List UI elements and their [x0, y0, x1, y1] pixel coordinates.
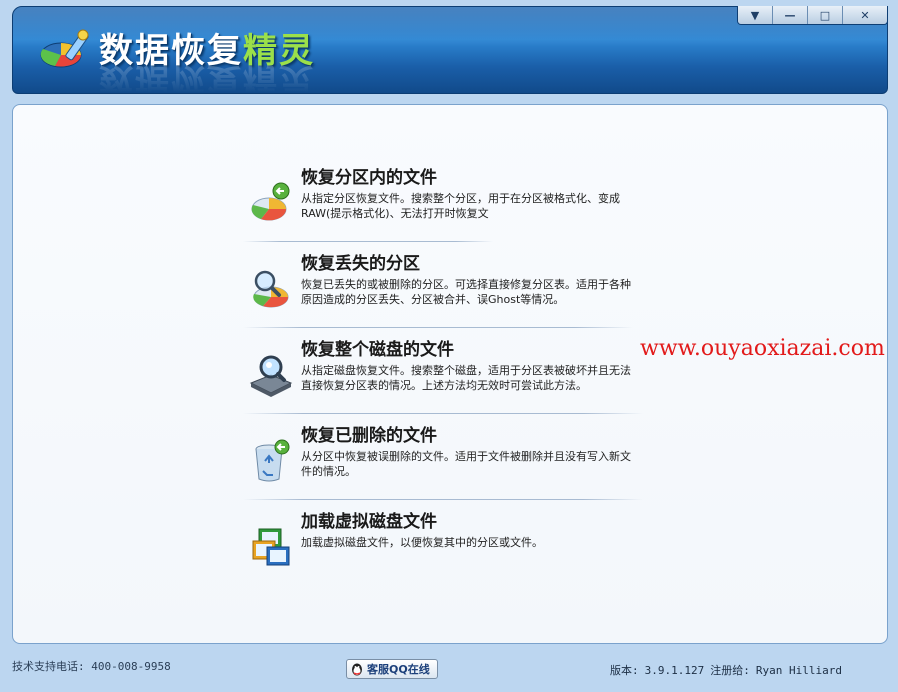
virtual-disk-icon	[252, 528, 290, 566]
window-controls: ▼ — □ ✕	[737, 6, 888, 25]
qq-penguin-icon	[352, 663, 362, 676]
support-phone: 技术支持电话: 400-008-9958	[12, 660, 171, 673]
watermark-text: www.ouyaoxiazai.com	[640, 336, 885, 361]
pie-chart-restore-icon	[251, 182, 290, 221]
version-value: 3.9.1.127	[644, 664, 705, 677]
option-title: 恢复已删除的文件	[301, 426, 437, 446]
option-recover-whole-disk[interactable]: 恢复整个磁盘的文件 从指定磁盘恢复文件。搜索整个磁盘，适用于分区表被破坏并且无法…	[245, 335, 665, 413]
option-title: 恢复整个磁盘的文件	[301, 340, 454, 360]
option-title: 恢复分区内的文件	[301, 168, 437, 188]
separator	[243, 413, 643, 414]
status-bar: 技术支持电话: 400-008-9958 客服QQ在线 版本: 3.9.1.127…	[0, 652, 898, 692]
separator	[243, 327, 633, 328]
registered-label: 注册给:	[710, 664, 750, 677]
version-label: 版本:	[610, 664, 639, 677]
qq-button-label: 客服QQ在线	[367, 663, 430, 676]
option-recover-lost-partition[interactable]: 恢复丢失的分区 恢复已丢失的或被删除的分区。可选择直接修复分区表。适用于各种 原…	[245, 249, 665, 327]
option-title: 加载虚拟磁盘文件	[301, 512, 437, 532]
minimize-button[interactable]: —	[772, 6, 807, 24]
option-recover-partition-files[interactable]: 恢复分区内的文件 从指定分区恢复文件。搜索整个分区，用于在分区被格式化、变成 R…	[245, 163, 665, 241]
option-description: 从指定磁盘恢复文件。搜索整个磁盘，适用于分区表被破坏并且无法 直接恢复分区表的情…	[301, 364, 631, 392]
option-description: 从分区中恢复被误删除的文件。适用于文件被删除并且没有写入新文 件的情况。	[301, 450, 631, 478]
recycle-bin-icon	[255, 439, 290, 482]
main-panel: 恢复分区内的文件 从指定分区恢复文件。搜索整个分区，用于在分区被格式化、变成 R…	[12, 104, 888, 644]
app-logo-icon	[40, 29, 89, 68]
option-description: 加载虚拟磁盘文件，以便恢复其中的分区或文件。	[301, 536, 543, 549]
maximize-button[interactable]: □	[807, 6, 842, 24]
menu-dropdown-button[interactable]: ▼	[738, 6, 772, 24]
option-title: 恢复丢失的分区	[301, 254, 420, 274]
option-recover-deleted-files[interactable]: 恢复已删除的文件 从分区中恢复被误删除的文件。适用于文件被删除并且没有写入新文 …	[245, 421, 665, 499]
separator	[243, 499, 643, 500]
magnifier-pie-icon	[253, 270, 289, 308]
separator	[243, 241, 493, 242]
option-description: 恢复已丢失的或被删除的分区。可选择直接修复分区表。适用于各种 原因造成的分区丢失…	[301, 278, 631, 306]
option-description: 从指定分区恢复文件。搜索整个分区，用于在分区被格式化、变成 RAW(提示格式化)…	[301, 192, 620, 220]
version-info: 版本: 3.9.1.127 注册给: Ryan Hilliard	[610, 662, 848, 678]
app-title-reflection: 数据恢复精灵	[99, 60, 315, 94]
disk-search-icon	[249, 355, 293, 397]
close-button[interactable]: ✕	[842, 6, 887, 24]
registered-value: Ryan Hilliard	[755, 664, 842, 677]
qq-support-button[interactable]: 客服QQ在线	[346, 659, 438, 679]
option-load-virtual-disk[interactable]: 加载虚拟磁盘文件 加载虚拟磁盘文件，以便恢复其中的分区或文件。	[245, 507, 665, 585]
